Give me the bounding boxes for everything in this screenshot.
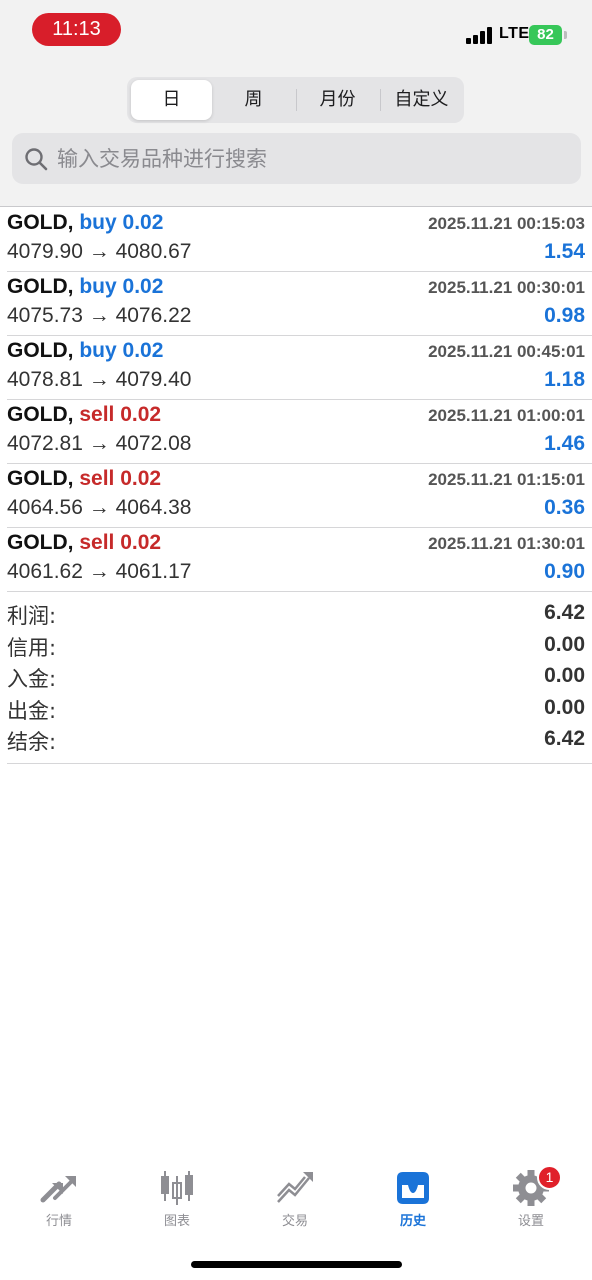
settings-badge: 1: [537, 1165, 562, 1190]
trade-profit: 0.90: [544, 560, 585, 583]
summary-profit-label: 利润:: [7, 604, 57, 628]
search-bar[interactable]: [12, 133, 581, 184]
summary-balance-value: 6.42: [544, 727, 585, 750]
home-indicator[interactable]: [191, 1261, 402, 1268]
trade-time: 2025.11.21 00:15:03: [428, 214, 585, 233]
trade-symbol-line: GOLD, buy 0.02: [7, 339, 163, 363]
trade-symbol: GOLD,: [7, 339, 74, 362]
trade-prices: 4064.56 → 4064.38: [7, 496, 192, 519]
trade-row[interactable]: GOLD, buy 0.02 2025.11.21 00:30:01 4075.…: [7, 272, 592, 336]
account-summary: 利润: 6.42 信用: 0.00 入金: 0.00 出金: 0.00 结余: …: [7, 598, 592, 764]
trade-time: 2025.11.21 01:15:01: [428, 470, 585, 489]
history-inbox-icon: [397, 1172, 429, 1204]
network-type: LTE: [499, 25, 530, 42]
trade-side: buy 0.02: [79, 339, 164, 362]
trade-trend-icon: [277, 1172, 313, 1203]
summary-deposit-value: 0.00: [544, 664, 585, 687]
trade-symbol-line: GOLD, buy 0.02: [7, 275, 163, 299]
trade-prices: 4075.73 → 4076.22: [7, 304, 192, 327]
summary-withdrawal-label: 出金:: [7, 698, 57, 723]
summary-credit-row: 信用: 0.00: [7, 630, 592, 662]
tab-settings[interactable]: 1 设置: [481, 1165, 581, 1229]
tab-trade-label: 交易: [281, 1214, 308, 1229]
trade-profit: 1.54: [544, 240, 585, 263]
header: 11:13 LTE 82 日 周 月份 自定义: [0, 0, 592, 207]
trade-side: sell 0.02: [79, 403, 162, 426]
summary-deposit-row: 入金: 0.00: [7, 661, 592, 693]
trade-symbol: GOLD,: [7, 467, 74, 490]
trade-row[interactable]: GOLD, sell 0.02 2025.11.21 01:15:01 4064…: [7, 464, 592, 528]
trade-time: 2025.11.21 01:30:01: [428, 534, 585, 553]
trade-row[interactable]: GOLD, buy 0.02 2025.11.21 00:15:03 4079.…: [7, 208, 592, 272]
summary-profit-value: 6.42: [544, 601, 585, 624]
trade-row[interactable]: GOLD, buy 0.02 2025.11.21 00:45:01 4078.…: [7, 336, 592, 400]
tab-quotes-label: 行情: [45, 1214, 72, 1229]
quotes-arrows-icon: [40, 1176, 76, 1203]
tab-chart-label: 图表: [163, 1214, 190, 1229]
tab-week[interactable]: 周: [213, 80, 294, 120]
trade-time: 2025.11.21 01:00:01: [428, 406, 585, 425]
status-bar: 11:13 LTE 82: [0, 0, 592, 60]
trade-time: 2025.11.21 00:30:01: [428, 278, 585, 297]
trade-symbol: GOLD,: [7, 531, 74, 554]
tab-day[interactable]: 日: [131, 80, 212, 120]
trade-symbol: GOLD,: [7, 403, 74, 426]
trade-side: buy 0.02: [79, 211, 164, 234]
trade-symbol-line: GOLD, buy 0.02: [7, 211, 163, 235]
summary-balance-row: 结余: 6.42: [7, 724, 592, 756]
tab-history[interactable]: 历史: [363, 1168, 463, 1229]
trade-profit: 0.36: [544, 496, 585, 519]
tab-settings-label: 设置: [517, 1214, 544, 1229]
tab-quotes[interactable]: 行情: [9, 1168, 109, 1229]
trade-symbol-line: GOLD, sell 0.02: [7, 531, 161, 555]
bottom-tab-bar: 行情 图表 交易 历史 1 设置: [0, 1160, 592, 1240]
cellular-signal-icon: [466, 27, 494, 44]
trade-time: 2025.11.21 00:45:01: [428, 342, 585, 361]
summary-credit-value: 0.00: [544, 632, 585, 656]
search-icon: [25, 148, 48, 171]
tab-history-label: 历史: [399, 1214, 426, 1229]
trade-symbol: GOLD,: [7, 211, 74, 234]
summary-profit-row: 利润: 6.42: [7, 598, 592, 630]
battery-icon: 82: [529, 25, 562, 45]
tab-month[interactable]: 月份: [297, 80, 378, 120]
candlestick-chart-icon: [161, 1171, 193, 1205]
trade-history-list: GOLD, buy 0.02 2025.11.21 00:15:03 4079.…: [0, 208, 592, 592]
trade-profit: 1.46: [544, 432, 585, 455]
trade-side: sell 0.02: [79, 467, 162, 490]
summary-credit-label: 信用:: [7, 635, 57, 660]
trade-prices: 4061.62 → 4061.17: [7, 560, 192, 583]
tab-chart[interactable]: 图表: [127, 1168, 227, 1229]
tab-trade[interactable]: 交易: [245, 1168, 345, 1229]
trade-prices: 4078.81 → 4079.40: [7, 368, 192, 391]
trade-prices: 4072.81 → 4072.08: [7, 432, 192, 455]
trade-side: sell 0.02: [79, 531, 162, 554]
trade-symbol: GOLD,: [7, 275, 74, 298]
summary-withdrawal-value: 0.00: [544, 695, 585, 719]
trade-row[interactable]: GOLD, sell 0.02 2025.11.21 01:00:01 4072…: [7, 400, 592, 464]
period-segmented-control: 日 周 月份 自定义: [127, 77, 464, 123]
trade-prices: 4079.90 → 4080.67: [7, 240, 192, 263]
search-input[interactable]: [57, 141, 567, 177]
trade-symbol-line: GOLD, sell 0.02: [7, 467, 161, 491]
battery-cap: [564, 31, 567, 39]
summary-deposit-label: 入金:: [7, 667, 57, 691]
trade-side: buy 0.02: [79, 275, 164, 298]
trade-symbol-line: GOLD, sell 0.02: [7, 403, 161, 427]
summary-withdrawal-row: 出金: 0.00: [7, 693, 592, 725]
trade-row[interactable]: GOLD, sell 0.02 2025.11.21 01:30:01 4061…: [7, 528, 592, 592]
trade-profit: 1.18: [544, 368, 585, 391]
trade-profit: 0.98: [544, 304, 585, 327]
tab-custom[interactable]: 自定义: [381, 80, 462, 120]
status-time: 11:13: [32, 13, 121, 46]
summary-balance-label: 结余:: [7, 730, 57, 754]
